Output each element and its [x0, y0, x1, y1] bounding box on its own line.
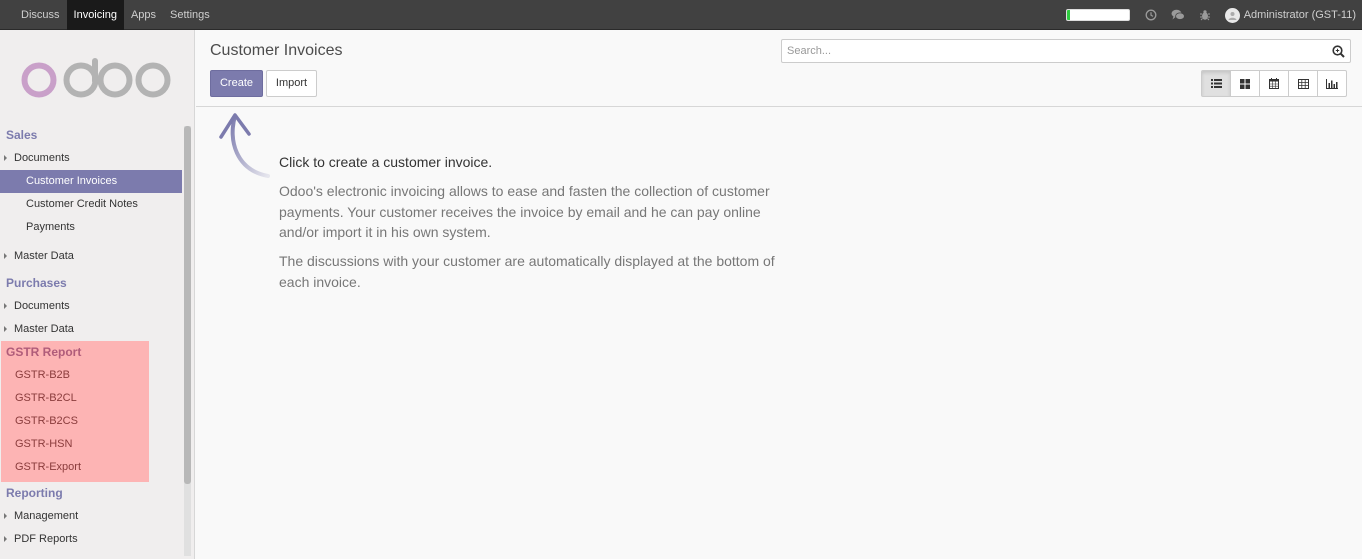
calendar-view-icon[interactable] — [1259, 70, 1289, 97]
sidebar-item-gstr-b2cl[interactable]: GSTR-B2CL — [1, 387, 149, 410]
caret-right-icon — [4, 326, 7, 332]
section-purchases: Purchases — [6, 276, 67, 290]
sidebar-scroll-thumb[interactable] — [184, 126, 191, 484]
sidebar-item-label: Master Data — [14, 323, 74, 335]
pivot-view-icon[interactable] — [1288, 70, 1318, 97]
sidebar-item-purchases-master-data[interactable]: Master Data — [0, 318, 182, 341]
app-menu: Discuss Invoicing Apps Settings — [14, 0, 217, 30]
gstr-report-group: GSTR Report GSTR-B2B GSTR-B2CL GSTR-B2CS… — [1, 341, 149, 482]
search-input[interactable] — [782, 40, 1322, 62]
sidebar-item-management[interactable]: Management — [0, 505, 182, 528]
sidebar-item-gstr-b2cs[interactable]: GSTR-B2CS — [1, 410, 149, 433]
sidebar-item-purchases-documents[interactable]: Documents — [0, 295, 182, 318]
sidebar-item-payments[interactable]: Payments — [0, 216, 182, 239]
sidebar-item-label: Management — [14, 510, 79, 522]
sidebar-item-label: Master Data — [14, 250, 74, 262]
chat-icon[interactable] — [1171, 8, 1185, 22]
sidebar-item-sales-documents[interactable]: Documents — [0, 147, 182, 170]
sidebar-item-gstr-b2b[interactable]: GSTR-B2B — [1, 364, 149, 387]
search-box — [781, 39, 1351, 63]
sidebar-item-gstr-hsn[interactable]: GSTR-HSN — [1, 433, 149, 456]
sidebar-item-gstr-export[interactable]: GSTR-Export — [1, 456, 149, 479]
section-reporting: Reporting — [6, 486, 63, 500]
section-gstr-report: GSTR Report — [6, 345, 82, 359]
breadcrumb: Customer Invoices — [210, 42, 343, 59]
help-paragraph: The discussions with your customer are a… — [279, 253, 775, 290]
list-view-icon[interactable] — [1201, 70, 1231, 97]
view-switcher — [1201, 70, 1347, 97]
clock-icon[interactable] — [1144, 8, 1158, 22]
menu-settings[interactable]: Settings — [163, 0, 217, 30]
sidebar-item-pdf-reports[interactable]: PDF Reports — [0, 528, 182, 551]
user-name: Administrator (GST-11) — [1243, 9, 1356, 21]
kanban-view-icon[interactable] — [1230, 70, 1260, 97]
curved-arrow-icon — [219, 113, 270, 178]
help-paragraph: Odoo's electronic invoicing allows to ea… — [279, 183, 770, 241]
create-button[interactable]: Create — [210, 70, 263, 97]
caret-right-icon — [4, 155, 7, 161]
section-sales: Sales — [6, 128, 38, 142]
import-button[interactable]: Import — [266, 70, 317, 97]
user-menu[interactable]: Administrator (GST-11) — [1224, 7, 1356, 23]
graph-view-icon[interactable] — [1317, 70, 1347, 97]
control-panel: Customer Invoices Create Import — [196, 30, 1362, 107]
menu-discuss[interactable]: Discuss — [14, 0, 67, 30]
sidebar-menu: Sales Documents Customer Invoices Custom… — [0, 124, 182, 551]
help-title: Click to create a customer invoice. — [279, 154, 493, 170]
menu-invoicing[interactable]: Invoicing — [66, 0, 124, 30]
top-navbar: Discuss Invoicing Apps Settings Administ… — [0, 0, 1362, 30]
avatar — [1224, 7, 1240, 23]
caret-right-icon — [4, 303, 7, 309]
progress-bar[interactable] — [1065, 9, 1130, 21]
sidebar-item-label: Documents — [14, 152, 70, 164]
bug-icon[interactable] — [1198, 8, 1212, 22]
progress-fill — [1066, 10, 1071, 20]
caret-right-icon — [4, 253, 7, 259]
caret-right-icon — [4, 536, 7, 542]
list-view-content: Click to create a customer invoice. Odoo… — [196, 108, 1362, 559]
sidebar-item-customer-invoices[interactable]: Customer Invoices — [0, 170, 182, 193]
sidebar: Sales Documents Customer Invoices Custom… — [0, 30, 195, 559]
sidebar-item-label: Documents — [14, 300, 70, 312]
menu-apps[interactable]: Apps — [124, 0, 163, 30]
sidebar-item-label: PDF Reports — [14, 533, 78, 545]
sidebar-scrollbar[interactable] — [184, 126, 191, 556]
systray: Administrator (GST-11) — [1065, 0, 1356, 30]
search-icon[interactable] — [1332, 45, 1345, 58]
sidebar-item-sales-master-data[interactable]: Master Data — [0, 245, 182, 268]
odoo-logo[interactable] — [20, 58, 172, 100]
sidebar-item-customer-credit-notes[interactable]: Customer Credit Notes — [0, 193, 182, 216]
caret-right-icon — [4, 513, 7, 519]
